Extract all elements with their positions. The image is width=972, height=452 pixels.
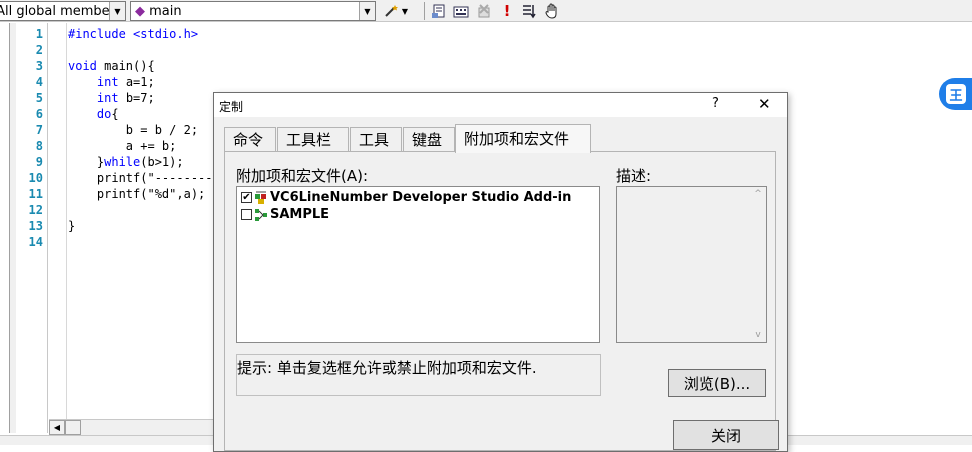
line-number: 13 (28, 219, 43, 233)
code-line[interactable]: void main(){ (68, 58, 155, 74)
addin-icon (254, 191, 268, 205)
macro-icon (254, 208, 268, 222)
page-icon[interactable] (429, 1, 449, 21)
addin-label: VC6LineNumber Developer Studio Add-in (270, 190, 572, 205)
line-number-gutter: 1 2 3 4 5 6 7 8 9 10 11 12 13 14 (16, 23, 48, 433)
code-text: printf("%d",a); (68, 187, 206, 201)
code-line[interactable]: } (68, 218, 75, 234)
scroll-thumb[interactable] (65, 420, 81, 435)
addin-checkbox[interactable] (241, 209, 252, 220)
code-text: printf("-------- (68, 171, 213, 185)
function-combo[interactable]: ◆ main ▼ (130, 1, 376, 21)
dialog-title: 定制 (219, 100, 244, 114)
help-icon[interactable]: ? (712, 96, 719, 111)
code-line[interactable]: int b=7; (68, 90, 155, 106)
floating-assistant-badge[interactable]: 王 (939, 78, 972, 110)
chevron-down-icon[interactable]: ▼ (359, 2, 375, 20)
line-number: 14 (28, 235, 43, 249)
tab-toolbars[interactable]: 工具栏 (277, 127, 349, 152)
code-line[interactable]: a += b; (68, 138, 177, 154)
hint-box: 提示: 单击复选框允许或禁止附加项和宏文件. (236, 354, 601, 396)
code-text: a += b; (68, 139, 177, 153)
chevron-up-icon[interactable]: ^ (754, 189, 762, 199)
hand-icon[interactable] (542, 1, 562, 21)
function-value: ◆ main (135, 4, 182, 19)
tab-keyboard[interactable]: 键盘 (403, 127, 455, 152)
tab-addins-macros[interactable]: 附加项和宏文件 (455, 124, 591, 153)
code-text: do{ (96, 107, 119, 121)
addin-label: SAMPLE (270, 207, 330, 222)
addins-list[interactable]: ✔ VC6LineNumber Developer Studio Add-in … (236, 186, 600, 343)
browse-button[interactable]: 浏览(B)... (668, 369, 766, 397)
line-number: 5 (35, 91, 43, 105)
hint-text: 提示: 单击复选框允许或禁止附加项和宏文件. (237, 359, 537, 377)
breakpoint-margin[interactable] (49, 23, 67, 433)
tab-tools[interactable]: 工具 (350, 127, 402, 152)
line-number: 8 (35, 139, 43, 153)
code-line[interactable]: printf("-------- (68, 170, 213, 186)
line-number: 6 (35, 107, 43, 121)
code-text: int b=7; (96, 91, 155, 105)
exclamation-icon[interactable]: ! (497, 1, 517, 21)
horizontal-scrollbar[interactable]: ◀ (49, 419, 219, 435)
chevron-down-icon[interactable]: v (755, 330, 760, 340)
line-number: 12 (28, 203, 43, 217)
code-text: b = b / 2; (68, 123, 199, 137)
line-number: 9 (35, 155, 43, 169)
list-item[interactable]: ✔ VC6LineNumber Developer Studio Add-in (241, 189, 571, 206)
assistant-icon: 王 (946, 84, 966, 104)
close-button[interactable]: 关闭 (673, 420, 779, 450)
code-line[interactable]: }while(b>1); (68, 154, 184, 170)
description-box: ^ v (616, 186, 767, 343)
line-number: 4 (35, 75, 43, 89)
scroll-left-arrow[interactable]: ◀ (49, 420, 65, 435)
line-number: 1 (35, 27, 43, 41)
code-text: void main(){ (68, 59, 155, 73)
build-icon[interactable] (451, 1, 471, 21)
list-icon[interactable] (519, 1, 539, 21)
dialog-titlebar[interactable]: 定制 ? ✕ (214, 93, 787, 117)
wand-icon[interactable]: ▼ (380, 1, 412, 21)
code-text: #include <stdio.h> (68, 27, 199, 41)
function-diamond-icon: ◆ (135, 4, 145, 19)
code-text: } (68, 219, 76, 233)
addin-checkbox[interactable]: ✔ (241, 192, 252, 203)
close-icon[interactable]: ✕ (758, 95, 771, 113)
tab-commands[interactable]: 命令 (224, 127, 276, 152)
code-line[interactable]: b = b / 2; (68, 122, 198, 138)
code-line[interactable]: #include <stdio.h> (68, 26, 198, 42)
chevron-down-icon[interactable]: ▼ (109, 2, 125, 20)
remove-breakpoints-icon[interactable] (474, 1, 494, 21)
line-number: 2 (35, 43, 43, 57)
addins-list-label: 附加项和宏文件(A): (236, 167, 369, 185)
line-number: 3 (35, 59, 43, 73)
description-label: 描述: (616, 167, 652, 185)
customize-dialog: 定制 ? ✕ 命令 工具栏 工具 键盘 附加项和宏文件 附加项和宏文件(A): … (213, 92, 788, 452)
class-members-combo[interactable]: (All global members ▼ (0, 1, 126, 21)
class-members-value: (All global members (0, 4, 122, 19)
description-scrollbar[interactable]: ^ v (750, 187, 766, 342)
code-text: }while(b>1); (68, 155, 184, 169)
toolbar-separator (424, 2, 425, 20)
workspace-pane[interactable] (0, 23, 10, 433)
top-toolbar: (All global members ▼ ◆ main ▼ ▼ ! (0, 0, 972, 22)
function-name: main (149, 4, 182, 19)
code-line[interactable]: printf("%d",a); (68, 186, 205, 202)
line-number: 10 (28, 171, 43, 185)
list-item[interactable]: SAMPLE (241, 206, 329, 223)
code-text: int a=1; (96, 75, 155, 89)
code-line[interactable]: int a=1; (68, 74, 155, 90)
line-number: 11 (28, 187, 43, 201)
line-number: 7 (35, 123, 43, 137)
code-line[interactable]: do{ (68, 106, 119, 122)
